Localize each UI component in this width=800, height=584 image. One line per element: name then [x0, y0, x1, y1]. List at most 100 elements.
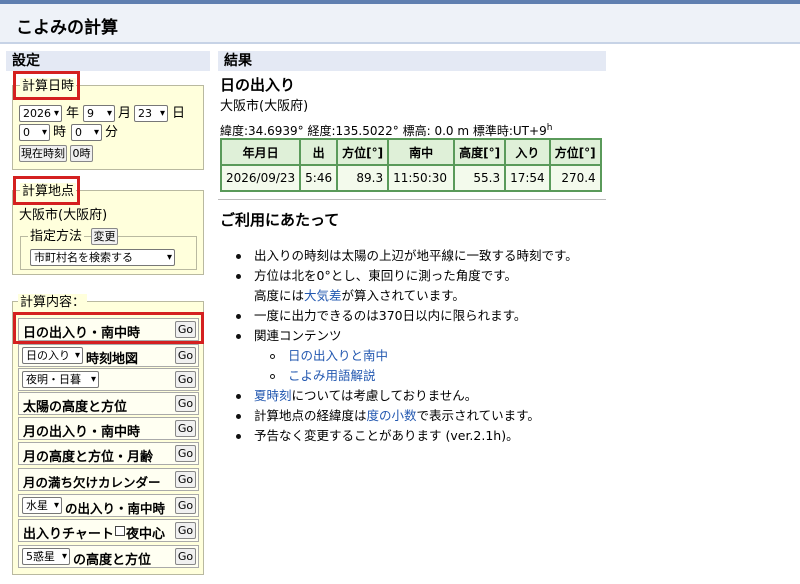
time-map-select[interactable]: 日の入り ▾	[22, 347, 83, 364]
go-button[interactable]: Go	[175, 395, 196, 412]
day-unit: 日	[172, 106, 186, 121]
planet-select-value: 水星	[26, 499, 48, 512]
notes-title: ご利用にあたって	[220, 211, 340, 229]
bullet-dot	[236, 414, 241, 419]
calc-row-label: 太陽の高度と方位	[23, 400, 128, 415]
header-transit: 南中	[389, 140, 454, 164]
night-center-checkbox[interactable]	[115, 526, 125, 536]
chevron-down-icon: ▾	[93, 127, 99, 138]
header-altitude: 高度[°]	[455, 140, 505, 164]
go-button[interactable]: Go	[175, 497, 196, 514]
five-planets-select[interactable]: 5惑星 ▾	[22, 548, 70, 565]
cell-date: 2026/09/23	[222, 166, 300, 190]
go-button[interactable]: Go	[175, 522, 196, 539]
cell-set-azimuth: 270.4	[550, 166, 600, 190]
night-center-label: 夜中心	[126, 527, 166, 542]
note-2b-pre: 高度には	[254, 288, 305, 303]
settings-header: 設定	[6, 51, 210, 71]
go-button[interactable]: Go	[175, 371, 196, 388]
calc-row-twilight: 夜明・日暮 ▾ Go	[18, 368, 199, 391]
zero-hour-button[interactable]: 0時	[70, 145, 93, 162]
twilight-select[interactable]: 夜明・日暮 ▾	[22, 371, 99, 388]
minute-select[interactable]: 0 ▾	[71, 124, 102, 141]
chevron-down-icon: ▾	[159, 108, 165, 119]
sub-bullet-ring	[270, 374, 275, 379]
result-title: 日の出入り	[220, 76, 296, 94]
go-button[interactable]: Go	[175, 347, 196, 364]
hour-unit: 時	[53, 125, 67, 140]
header-set: 入り	[506, 140, 549, 164]
day-value: 23	[138, 107, 152, 120]
title-bar: こよみの計算	[0, 4, 800, 44]
calc-row-label: の出入り・南中時	[65, 501, 166, 516]
bullet-dot	[236, 314, 241, 319]
related-link-glossary[interactable]: こよみ用語解説	[288, 366, 376, 386]
header-date: 年月日	[222, 140, 300, 164]
note-3: 一度に出力できるのは370日以内に限られます。	[254, 308, 527, 323]
refraction-link[interactable]: 大気差	[304, 288, 342, 303]
calc-legend: 計算内容：	[18, 294, 88, 312]
note-2: 方位は北を0°とし、東回りに測った角度です。	[254, 268, 517, 283]
calc-row-sun-altitude: 太陽の高度と方位 Go	[18, 392, 199, 415]
bullet-dot	[236, 254, 241, 259]
note-6: 計算地点の経緯度は度の小数で表示されています。	[254, 406, 540, 426]
chevron-down-icon: ▾	[106, 108, 112, 119]
calc-row-label: 出入りチャート	[23, 527, 114, 542]
month-select[interactable]: 9 ▾	[83, 105, 115, 122]
cell-altitude: 55.3	[455, 166, 505, 190]
cell-transit: 11:50:30	[389, 166, 454, 190]
result-coords: 緯度:34.6939° 経度:135.5022° 標高: 0.0 m 標準時:U…	[220, 120, 552, 140]
go-button[interactable]: Go	[175, 548, 196, 565]
day-select[interactable]: 23 ▾	[134, 105, 168, 122]
search-method-select[interactable]: 市町村名を検索する ▾	[30, 249, 175, 266]
decimal-degree-link[interactable]: 度の小数	[367, 408, 417, 423]
table-row: 2026/09/23 5:46 89.3 11:50:30 55.3 17:54…	[222, 166, 600, 190]
calc-row-planet-rise: 水星 ▾ の出入り・南中時 Go	[18, 494, 199, 517]
calc-row-time-map: 日の入り ▾ 時刻地図 Go	[18, 344, 199, 367]
change-button[interactable]: 変更	[91, 228, 118, 245]
result-table: 年月日 出 方位[°] 南中 高度[°] 入り 方位[°] 2026/09/23…	[220, 138, 602, 192]
location-highlight	[13, 176, 80, 205]
time-map-select-value: 日の入り	[26, 349, 70, 362]
bullet-dot	[236, 274, 241, 279]
result-coords-sup: h	[546, 123, 553, 133]
chevron-down-icon: ▾	[74, 350, 80, 361]
calc-row-moon-phase: 月の満ち欠けカレンダー Go	[18, 468, 199, 491]
minute-unit: 分	[105, 125, 119, 140]
now-button[interactable]: 現在時刻	[19, 145, 67, 162]
result-table-header: 年月日 出 方位[°] 南中 高度[°] 入り 方位[°]	[222, 140, 600, 164]
chevron-down-icon: ▾	[53, 108, 59, 119]
header-rise: 出	[301, 140, 337, 164]
year-unit: 年	[66, 106, 80, 121]
planet-select[interactable]: 水星 ▾	[22, 497, 62, 514]
dst-link[interactable]: 夏時刻	[254, 388, 292, 403]
note-5: 夏時刻については考慮しておりません。	[254, 386, 477, 406]
go-button[interactable]: Go	[175, 420, 196, 437]
hour-select[interactable]: 0 ▾	[19, 124, 50, 141]
result-place: 大阪市(大阪府)	[220, 99, 309, 114]
sub-bullet-ring	[270, 354, 275, 359]
bullet-dot	[236, 334, 241, 339]
month-unit: 月	[118, 106, 132, 121]
go-button[interactable]: Go	[175, 471, 196, 488]
note-6-pre: 計算地点の経緯度は	[254, 408, 367, 423]
cell-set: 17:54	[506, 166, 549, 190]
year-select[interactable]: 2026 ▾	[19, 105, 62, 122]
note-4: 関連コンテンツ	[254, 328, 342, 343]
five-planets-select-value: 5惑星	[26, 550, 55, 563]
cell-rise: 5:46	[301, 166, 337, 190]
location-place: 大阪市(大阪府)	[19, 208, 108, 223]
result-coords-text: 緯度:34.6939° 経度:135.5022° 標高: 0.0 m 標準時:U…	[220, 124, 547, 138]
chevron-down-icon: ▾	[61, 551, 67, 562]
header-rise-azimuth: 方位[°]	[338, 140, 388, 164]
chevron-down-icon: ▾	[90, 374, 96, 385]
result-header-label: 結果	[224, 53, 252, 69]
cell-rise-azimuth: 89.3	[338, 166, 388, 190]
calc-row-moonrise: 月の出入り・南中時 Go	[18, 417, 199, 440]
year-value: 2026	[23, 107, 51, 120]
settings-header-label: 設定	[12, 53, 40, 69]
calc-row-chart: 出入りチャート 夜中心 Go	[18, 519, 199, 542]
bullet-dot	[236, 394, 241, 399]
go-button[interactable]: Go	[175, 445, 196, 462]
related-link-sunrise[interactable]: 日の出入りと南中	[288, 346, 388, 366]
